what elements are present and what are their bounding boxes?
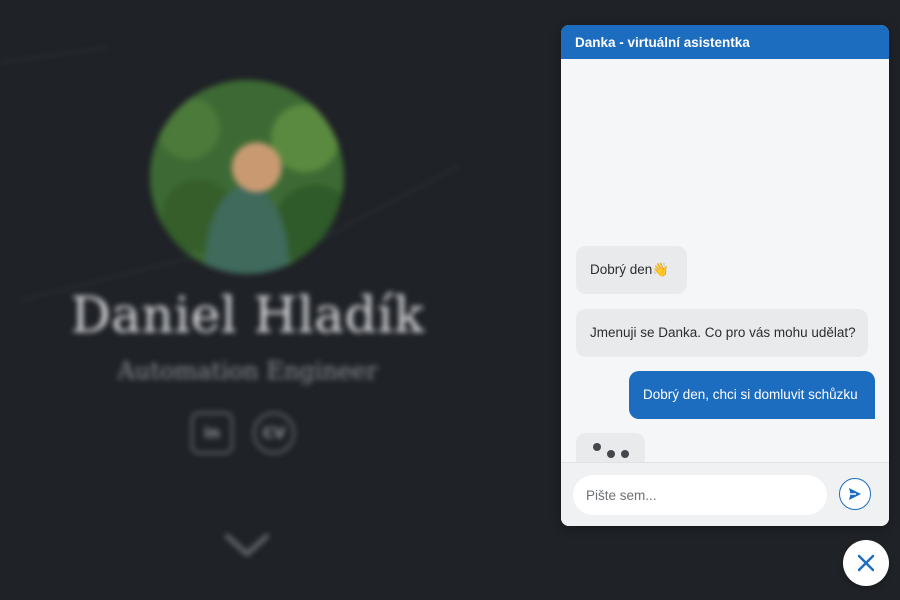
send-icon <box>849 488 861 500</box>
typing-dot <box>621 450 629 458</box>
bot-message: Jmenuji se Danka. Co pro vás mohu udělat… <box>576 309 868 357</box>
profile-avatar <box>150 80 344 274</box>
typing-dot <box>607 450 615 458</box>
user-message: Dobrý den, chci si domluvit schůzku <box>629 371 875 419</box>
close-icon <box>857 554 875 572</box>
chat-message-input[interactable] <box>573 475 827 515</box>
chat-message-list[interactable]: Dobrý den👋 Jmenuji se Danka. Co pro vás … <box>561 59 889 474</box>
cv-icon: CV <box>262 424 286 442</box>
chat-widget: Danka - virtuální asistentka Dobrý den👋 … <box>561 25 889 526</box>
chat-input-bar <box>561 462 889 526</box>
cv-link[interactable]: CV <box>253 412 295 454</box>
close-chat-button[interactable] <box>843 540 889 586</box>
profile-name: Daniel Hladík <box>70 286 425 344</box>
typing-dot <box>593 443 601 451</box>
profile-role: Automation Engineer <box>117 357 378 385</box>
linkedin-link[interactable]: in <box>191 412 233 454</box>
bot-message: Dobrý den👋 <box>576 246 687 294</box>
chevron-down-icon[interactable] <box>224 530 270 560</box>
linkedin-icon: in <box>204 424 220 442</box>
send-button[interactable] <box>839 478 871 510</box>
chat-title: Danka - virtuální asistentka <box>575 34 750 50</box>
background-decor-line <box>0 46 109 63</box>
chat-header: Danka - virtuální asistentka <box>561 25 889 59</box>
